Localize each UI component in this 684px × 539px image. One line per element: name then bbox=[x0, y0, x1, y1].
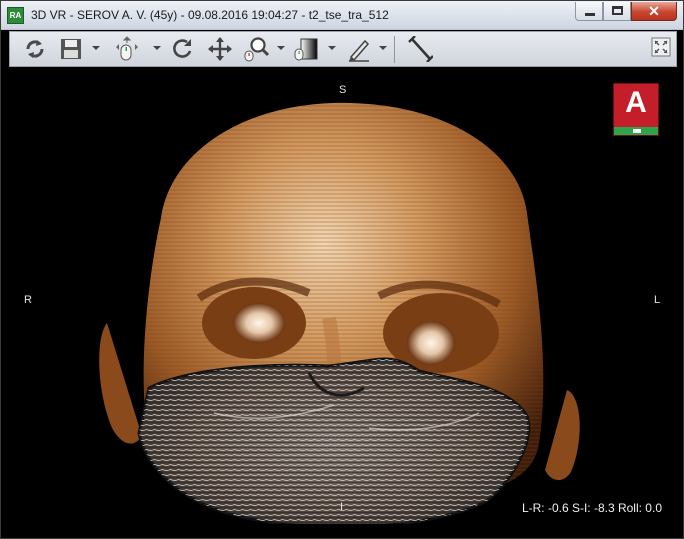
orientation-right-label: R bbox=[24, 294, 32, 306]
annotate-button[interactable] bbox=[346, 36, 372, 62]
window-title: 3D VR - SEROV A. V. (45y) - 09.08.2016 1… bbox=[31, 8, 389, 22]
app-window: RA 3D VR - SEROV A. V. (45y) - 09.08.201… bbox=[0, 0, 684, 539]
view-orientation-letter: A bbox=[625, 86, 647, 119]
rotate-button[interactable] bbox=[170, 36, 196, 62]
window-level-dropdown-arrow[interactable] bbox=[328, 46, 336, 50]
toolbar-separator bbox=[394, 36, 395, 63]
app-logo-icon: RA bbox=[7, 7, 24, 24]
orientation-left-label: L bbox=[654, 294, 661, 306]
maximize-button[interactable] bbox=[603, 2, 631, 21]
window-level-icon bbox=[294, 38, 318, 61]
move-button[interactable] bbox=[207, 36, 233, 62]
badge-indicator-bar bbox=[614, 127, 658, 135]
zoom-button[interactable] bbox=[243, 36, 269, 62]
move-icon bbox=[208, 37, 232, 61]
zoom-icon bbox=[244, 37, 269, 62]
window-level-button[interactable] bbox=[293, 36, 319, 62]
save-dropdown-arrow[interactable] bbox=[92, 46, 100, 50]
measure-button[interactable] bbox=[407, 36, 433, 62]
refresh-icon bbox=[26, 40, 44, 58]
save-button[interactable] bbox=[58, 36, 84, 62]
volume-rendering-image bbox=[99, 102, 580, 524]
viewer-toolbar bbox=[9, 31, 677, 67]
pan-tool-button[interactable] bbox=[114, 36, 140, 62]
close-icon: ✕ bbox=[648, 3, 660, 19]
close-button[interactable]: ✕ bbox=[631, 2, 677, 21]
view-orientation-badge[interactable]: A bbox=[613, 83, 659, 136]
orientation-superior-label: S bbox=[339, 84, 347, 96]
orientation-inferior-label: I bbox=[340, 501, 344, 513]
pan-dropdown-arrow[interactable] bbox=[153, 46, 161, 50]
fullscreen-button[interactable] bbox=[651, 37, 671, 57]
ruler-icon bbox=[408, 36, 433, 62]
refresh-button[interactable] bbox=[22, 36, 48, 62]
minimize-button[interactable] bbox=[575, 2, 603, 21]
view-angle-readout: L-R: -0.6 S-I: -8.3 Roll: 0.0 bbox=[521, 501, 662, 515]
annotate-dropdown-arrow[interactable] bbox=[379, 46, 387, 50]
fullscreen-icon bbox=[651, 37, 671, 57]
3d-render-viewport[interactable]: S R L I A L-R: -0.6 S-I: -8.3 Roll: 0.0 bbox=[9, 68, 677, 524]
title-bar[interactable]: RA 3D VR - SEROV A. V. (45y) - 09.08.201… bbox=[1, 1, 683, 30]
pen-icon bbox=[349, 39, 370, 62]
maximize-icon bbox=[612, 6, 623, 15]
rotate-icon bbox=[173, 39, 192, 58]
zoom-dropdown-arrow[interactable] bbox=[277, 46, 285, 50]
minimize-icon bbox=[585, 13, 595, 16]
save-icon bbox=[61, 39, 81, 59]
pan-mouse-icon bbox=[116, 36, 138, 61]
